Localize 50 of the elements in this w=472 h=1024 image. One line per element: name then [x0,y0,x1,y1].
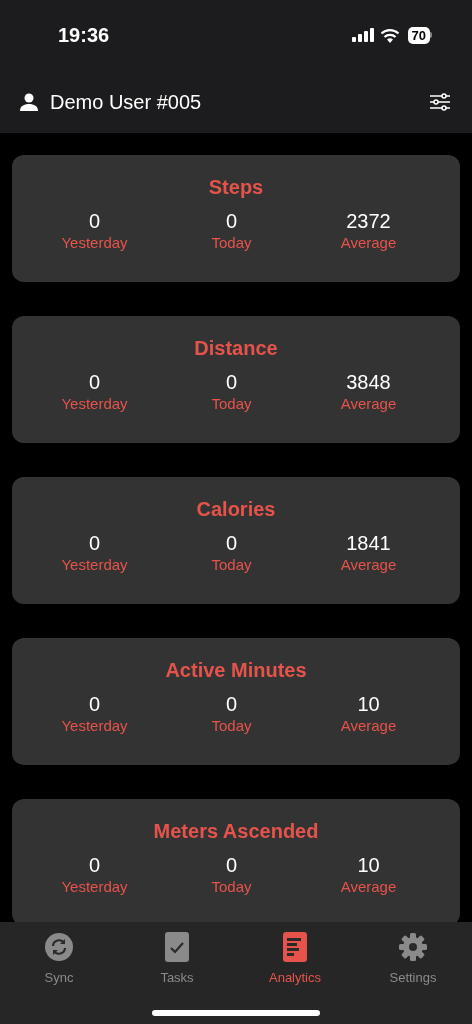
stat-value: 0 [88,692,101,716]
stat-label: Today [211,394,252,414]
stat-value: 10 [357,853,380,877]
status-time: 19:36 [58,23,110,48]
card-title: Active Minutes [165,658,307,682]
stat-label: Average [340,716,397,736]
stat-label: Average [340,555,397,575]
user-name: Demo User #005 [50,89,202,115]
settings-icon [398,932,428,962]
stat-label: Yesterday [61,877,128,897]
stat-label: Today [211,233,252,253]
stat-value: 2372 [346,209,391,233]
stat-value: 0 [225,531,238,555]
stat-value: 0 [88,531,101,555]
checkbox-icon [165,932,189,962]
stat-value: 0 [88,370,101,394]
wifi-icon [379,27,400,43]
stat-value: 0 [225,209,238,233]
signal-icon [351,28,374,42]
card-title: Calories [196,497,276,521]
stat-label: Yesterday [61,394,128,414]
filter-button[interactable] [428,91,452,112]
stat-label: Today [211,877,252,897]
stat-value: 0 [225,692,238,716]
stat-label: Average [340,233,397,253]
sync-icon [45,933,73,961]
stat-value: 0 [88,209,101,233]
stat-label: Average [340,877,397,897]
stat-value: 0 [88,853,101,877]
card-title: Distance [194,336,278,360]
document-icon [283,932,307,962]
stat-value: 0 [225,853,238,877]
card-title: Meters Ascended [153,819,319,843]
card-title: Steps [208,175,264,199]
battery-indicator: 70 [407,26,432,44]
tab-button[interactable]: Analytics [236,932,354,988]
user-icon [20,92,38,111]
tab-button[interactable]: Settings [354,932,472,988]
stat-value: 10 [357,692,380,716]
tab-button[interactable]: Sync [0,932,118,988]
stat-value: 1841 [346,531,391,555]
tab-button[interactable]: Tasks [118,932,236,988]
stat-value: 3848 [346,370,391,394]
stat-label: Yesterday [61,716,128,736]
stat-label: Yesterday [61,555,128,575]
stat-value: 0 [225,370,238,394]
stat-label: Average [340,394,397,414]
stat-label: Today [211,555,252,575]
stat-label: Yesterday [61,233,128,253]
stat-label: Today [211,716,252,736]
